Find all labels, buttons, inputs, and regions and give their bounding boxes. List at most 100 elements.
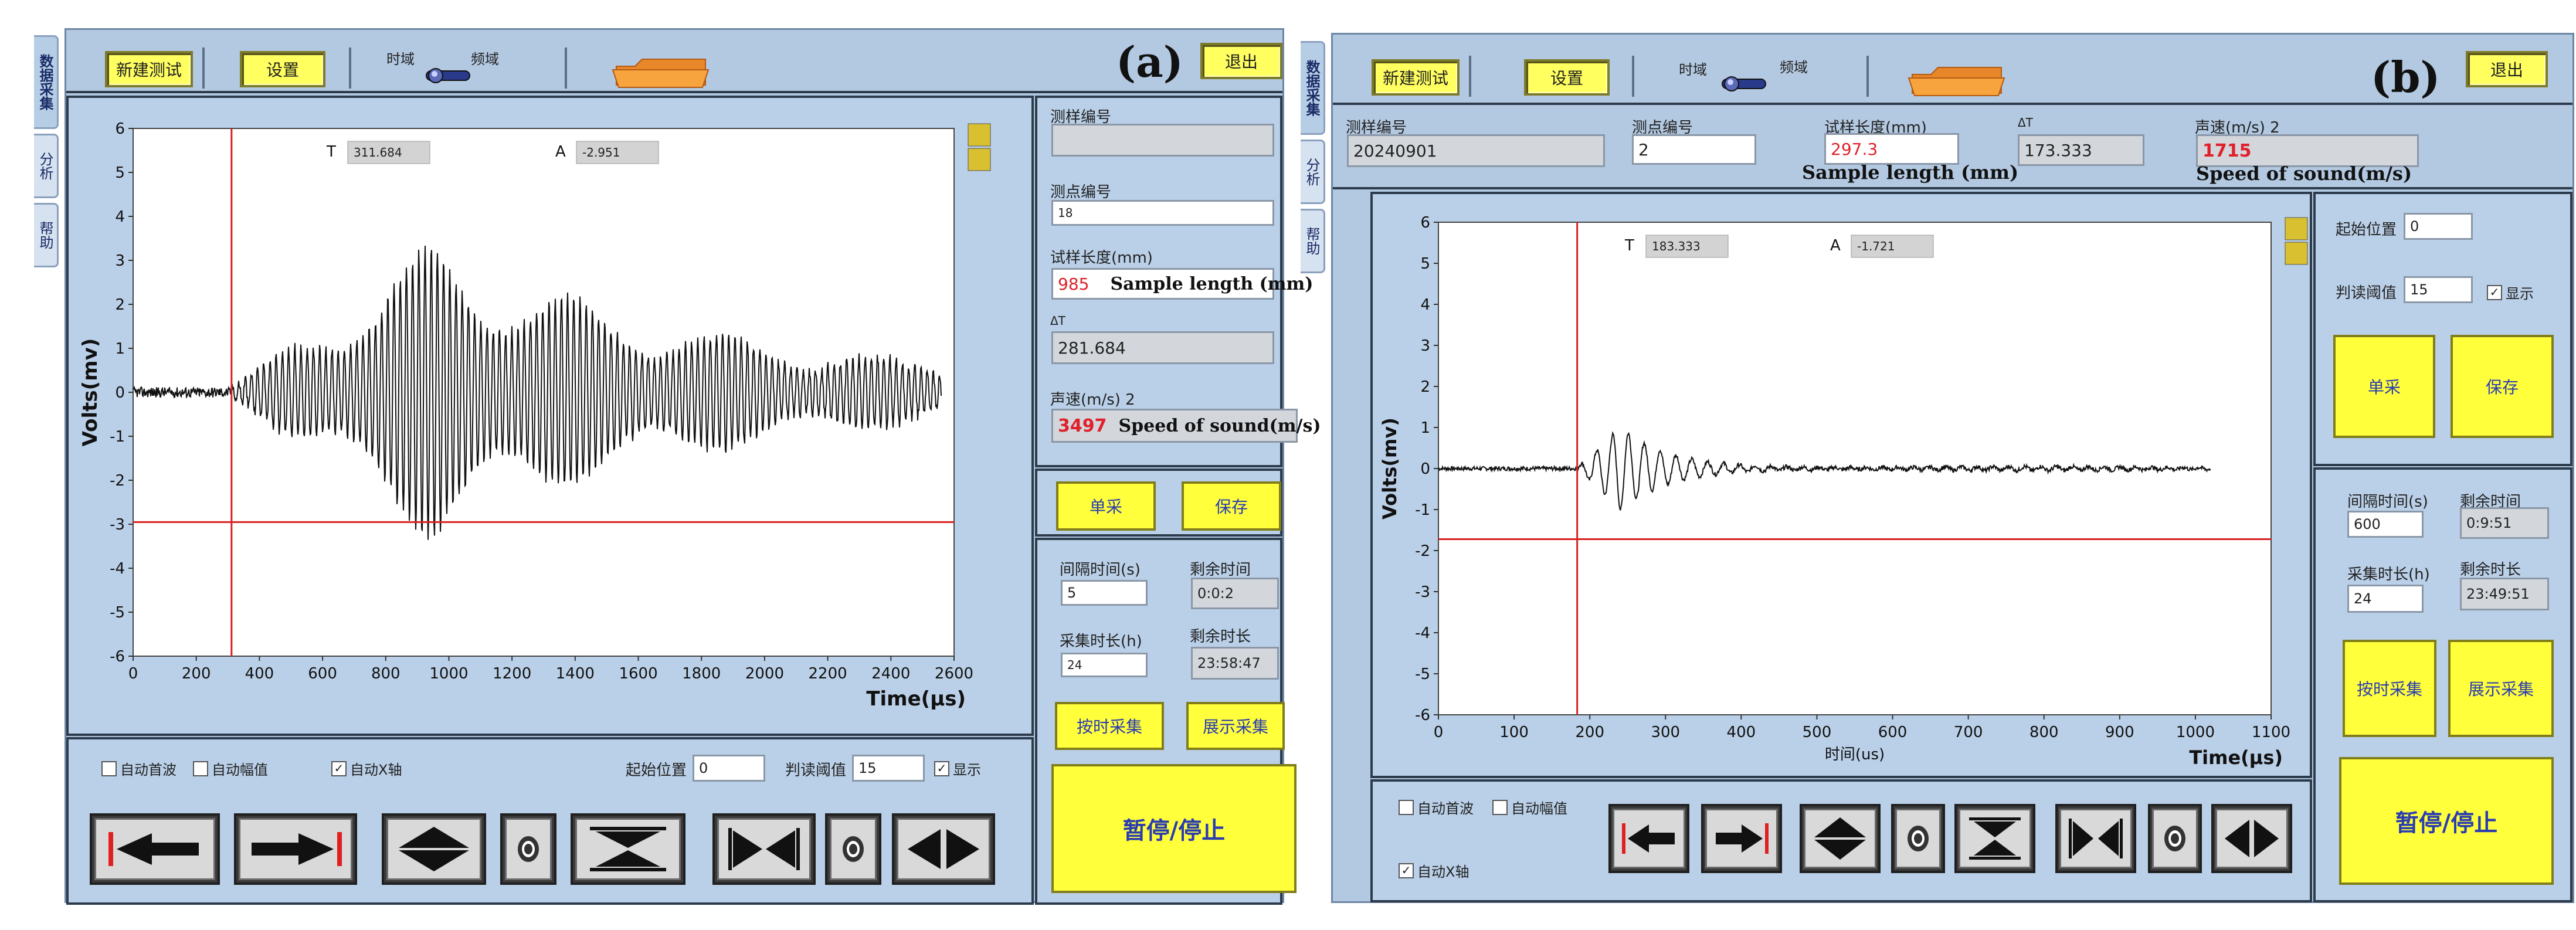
folder-icon[interactable]: [612, 55, 711, 90]
x-tick-label: 1800: [682, 665, 721, 683]
side-tab-data-acquisition[interactable]: 数据采集: [34, 35, 59, 129]
save-button[interactable]: 保存: [1182, 481, 1281, 531]
settings-button[interactable]: 设置: [240, 51, 325, 87]
domain-toggle[interactable]: [1720, 74, 1768, 92]
shift-right-button[interactable]: [1701, 804, 1782, 873]
checkbox-box[interactable]: ✓: [2487, 284, 2502, 300]
sample-no-field[interactable]: 20240901: [1347, 134, 1605, 167]
threshold-field[interactable]: 15: [852, 755, 925, 782]
x-tick-label: 1400: [556, 665, 595, 683]
separator: [349, 47, 351, 89]
reset-y-button[interactable]: [500, 813, 556, 885]
pause-stop-button[interactable]: 暂停/停止: [2339, 757, 2554, 885]
start-pos-field[interactable]: 0: [693, 755, 765, 782]
reset-x-button[interactable]: [2148, 804, 2202, 873]
shift-left-button[interactable]: [1608, 804, 1689, 873]
cursor-t-label: T: [326, 143, 336, 161]
x-axis-label: Time(μs): [866, 687, 966, 711]
shift-left-button[interactable]: [90, 813, 220, 885]
separator: [202, 47, 205, 89]
x-tick-label: 2200: [809, 665, 847, 683]
side-tab-data-acquisition[interactable]: 数据采集: [1301, 41, 1325, 135]
save-button[interactable]: 保存: [2451, 335, 2554, 438]
shift-right-button[interactable]: [234, 813, 357, 885]
time-domain-label: 时域: [1679, 62, 1707, 78]
auto-first-wave-checkbox[interactable]: 自动首波: [1399, 797, 1474, 817]
x-tick-label: 1100: [2252, 724, 2290, 741]
start-pos-field[interactable]: 0: [2404, 213, 2473, 240]
delta-t-field: 173.333: [2018, 134, 2144, 166]
checkbox-box[interactable]: [101, 761, 117, 776]
x-tick-label: 900: [2105, 724, 2134, 741]
side-tab-analysis[interactable]: 分析: [1301, 140, 1325, 204]
auto-amplitude-checkbox[interactable]: 自动幅值: [193, 758, 268, 779]
auto-first-wave-checkbox[interactable]: 自动首波: [101, 758, 177, 779]
reset-x-button[interactable]: [825, 813, 881, 885]
checkbox-box[interactable]: ✓: [934, 761, 949, 776]
compress-y-button[interactable]: [571, 813, 685, 885]
y-tick-label: 5: [115, 164, 125, 182]
side-tab-analysis[interactable]: 分析: [34, 134, 59, 198]
pause-stop-button[interactable]: 暂停/停止: [1051, 764, 1297, 893]
compress-vertical-icon: [590, 827, 666, 871]
remaining-field: 0:0:2: [1191, 578, 1279, 609]
params-panel: 测样编号 测点编号 18 试样长度(mm) 985 Sample length …: [1035, 96, 1321, 467]
y-tick-label: 0: [1420, 460, 1430, 478]
sample-length-field[interactable]: 297.3: [1824, 133, 1959, 165]
show-acquire-button[interactable]: 展示采集: [2448, 640, 2554, 737]
expand-y-button[interactable]: [382, 813, 486, 885]
single-acquire-button[interactable]: 单采: [2333, 335, 2435, 438]
controls-panel: 自动首波 自动幅值 ✓ 自动X轴 起始位置 0 判读阈值 15 ✓ 显示: [66, 737, 1034, 905]
single-acquire-button[interactable]: 单采: [1056, 481, 1156, 531]
expand-x-button[interactable]: [892, 813, 995, 885]
sample-no-field[interactable]: [1051, 124, 1274, 157]
arrow-left-icon: [108, 832, 199, 866]
show-checkbox[interactable]: ✓ 显示: [2487, 282, 2534, 303]
reset-y-button[interactable]: [1891, 804, 1945, 873]
duration-field[interactable]: 24: [1061, 653, 1148, 677]
timed-acquire-button[interactable]: 按时采集: [1055, 702, 1164, 750]
compress-x-button[interactable]: [2055, 804, 2136, 873]
interval-field[interactable]: 5: [1061, 580, 1148, 606]
checkbox-box[interactable]: ✓: [331, 761, 347, 776]
remaining-label: 剩余时间: [1190, 561, 1251, 579]
show-checkbox[interactable]: ✓ 显示: [934, 758, 981, 779]
new-test-button[interactable]: 新建测试: [105, 51, 193, 87]
compress-y-button[interactable]: [1954, 804, 2035, 873]
threshold-field[interactable]: 15: [2404, 276, 2473, 303]
checkbox-box[interactable]: [1492, 799, 1508, 815]
cursor-a-value: -2.951: [582, 145, 620, 159]
waveform-chart[interactable]: 6543210-1-2-3-4-5-60 200 400 600 800 1000 1200…: [69, 98, 1031, 734]
auto-amplitude-checkbox[interactable]: 自动幅值: [1492, 797, 1567, 817]
point-no-field[interactable]: 18: [1051, 200, 1274, 226]
settings-button[interactable]: 设置: [1524, 59, 1610, 96]
folder-icon[interactable]: [1908, 63, 2007, 98]
interval-field[interactable]: 600: [2347, 511, 2424, 538]
duration-field[interactable]: 24: [2347, 585, 2424, 613]
y-tick-label: 4: [1420, 296, 1430, 314]
checkbox-box[interactable]: [193, 761, 208, 776]
new-test-button[interactable]: 新建测试: [1372, 59, 1460, 96]
side-tab-help[interactable]: 帮助: [1301, 209, 1325, 273]
exit-button[interactable]: 退出: [1200, 43, 1282, 79]
expand-y-button[interactable]: [1800, 804, 1881, 873]
auto-x-checkbox[interactable]: ✓ 自动X轴: [331, 758, 402, 779]
y-tick-label: -2: [110, 472, 125, 490]
domain-toggle[interactable]: [424, 66, 472, 84]
checkbox-box[interactable]: [1399, 799, 1414, 815]
y-tick-label: 4: [115, 208, 125, 226]
x-tick-label: 300: [1651, 724, 1680, 741]
compress-x-button[interactable]: [712, 813, 816, 885]
auto-x-checkbox[interactable]: ✓ 自动X轴: [1399, 860, 1469, 881]
sample-length-field[interactable]: 985 Sample length (mm): [1051, 268, 1313, 300]
checkbox-box[interactable]: ✓: [1399, 863, 1414, 878]
delta-t-label: ΔT: [1050, 314, 1065, 328]
timed-acquire-button[interactable]: 按时采集: [2343, 640, 2436, 737]
side-tab-help[interactable]: 帮助: [34, 203, 59, 267]
waveform-chart[interactable]: 6543210-1-2-3-4-5-60 100 200 300 400 500 600 70…: [1373, 194, 2310, 776]
point-no-field[interactable]: 2: [1632, 134, 1756, 165]
expand-x-button[interactable]: [2211, 804, 2292, 873]
exit-button[interactable]: 退出: [2466, 51, 2548, 87]
remaining-duration-label: 剩余时长: [1190, 628, 1251, 646]
show-acquire-button[interactable]: 展示采集: [1186, 702, 1285, 750]
